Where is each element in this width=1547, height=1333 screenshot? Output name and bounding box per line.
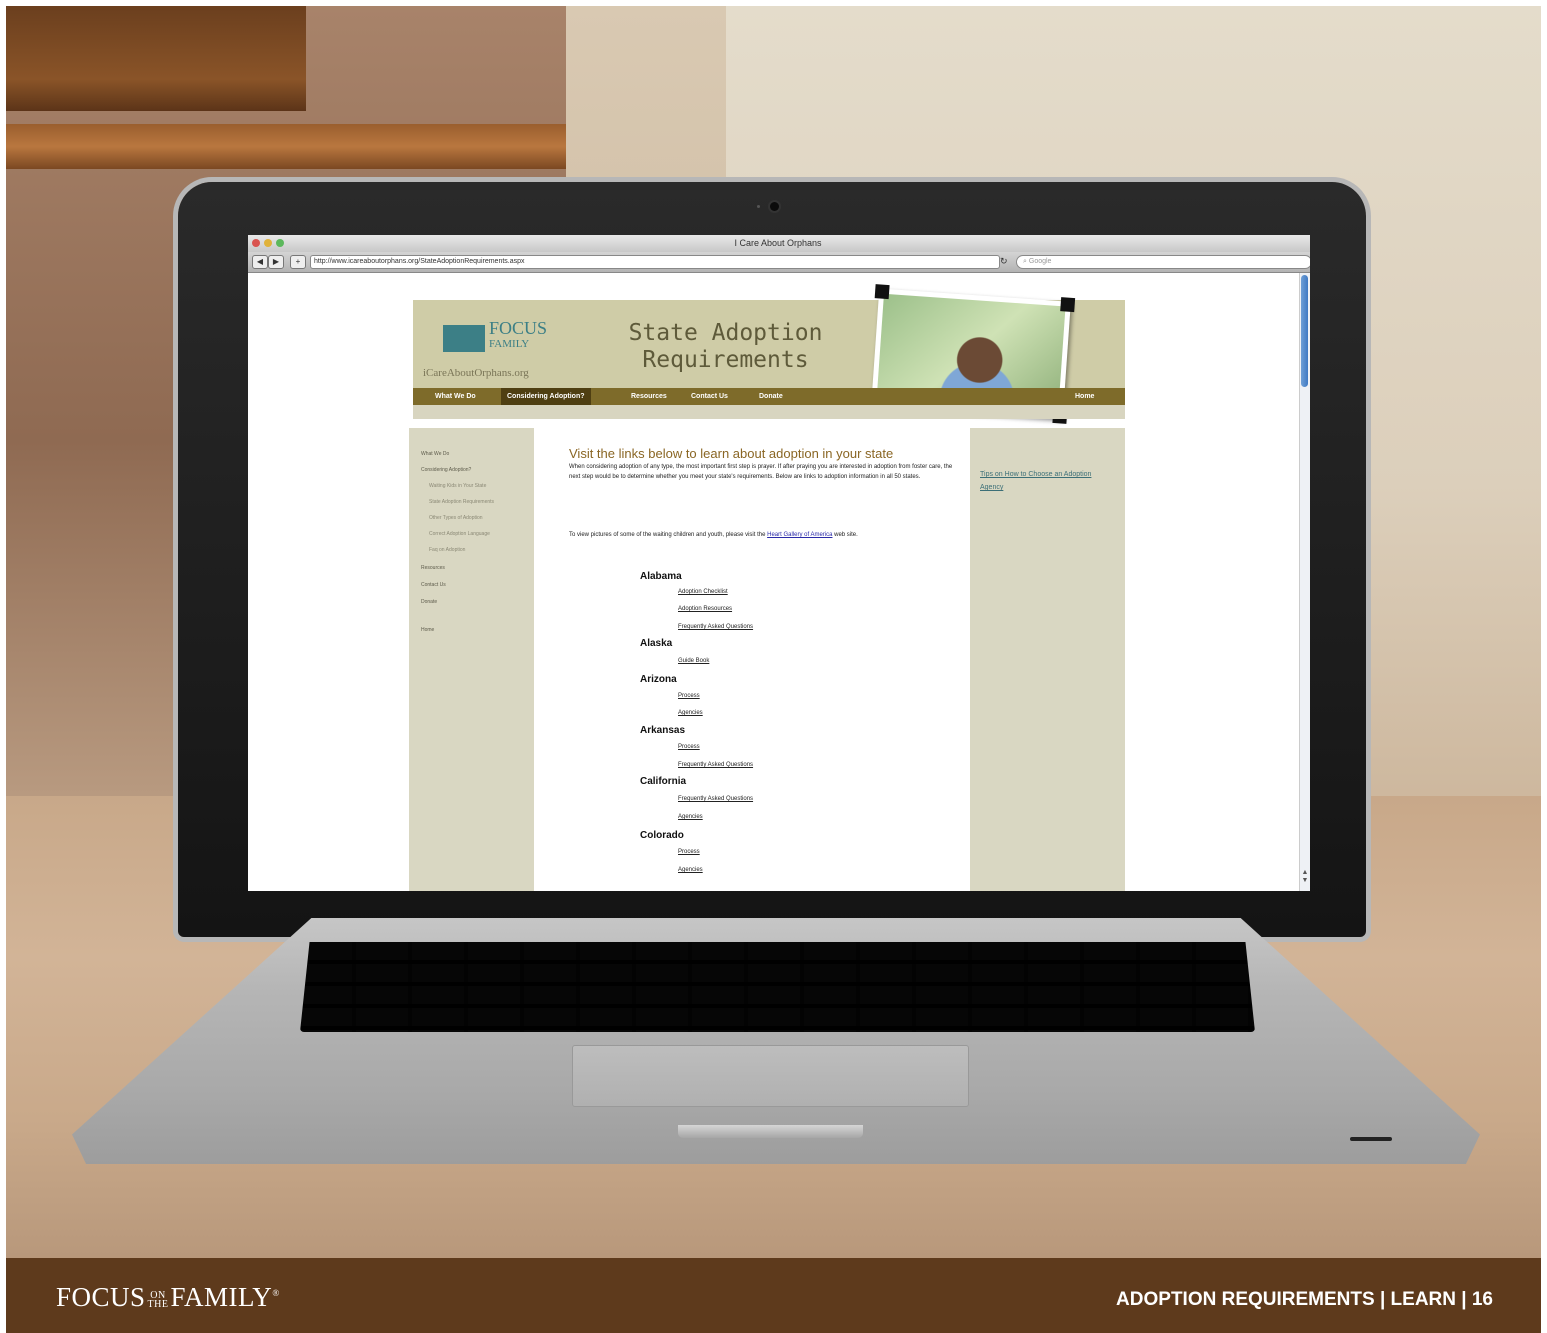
focus-on-the-family-logo: FOCUS ON THEFAMILY® bbox=[56, 1282, 280, 1312]
state-link[interactable]: Guide Book bbox=[678, 658, 709, 664]
state-heading: California bbox=[640, 776, 687, 787]
site-logo[interactable]: FOCUS FAMILY bbox=[489, 318, 548, 352]
back-arrow-icon[interactable]: ◀ bbox=[252, 255, 268, 269]
photo-corner bbox=[1060, 297, 1076, 313]
camera-icon bbox=[770, 202, 779, 211]
nav-resources[interactable]: Resources bbox=[625, 388, 673, 405]
sidebar-item-waiting-kids[interactable]: Waiting Kids in Your State bbox=[429, 483, 486, 489]
state-heading: Colorado bbox=[640, 830, 684, 841]
camera-led bbox=[757, 205, 760, 208]
footer-logo-focus: FOCUS bbox=[56, 1282, 146, 1312]
nav-home[interactable]: Home bbox=[1069, 388, 1100, 405]
sidebar-item-what-we-do[interactable]: What We Do bbox=[421, 451, 449, 457]
gallery-paragraph: To view pictures of some of the waiting … bbox=[569, 530, 959, 540]
sidebar-item-donate[interactable]: Donate bbox=[421, 599, 437, 605]
laptop-trackpad bbox=[572, 1045, 969, 1107]
state-link[interactable]: Agencies bbox=[678, 710, 703, 716]
nav-donate[interactable]: Donate bbox=[753, 388, 789, 405]
sidebar-item-home[interactable]: Home bbox=[421, 627, 434, 633]
scrollbar-thumb[interactable] bbox=[1301, 275, 1308, 387]
minimize-window-icon[interactable] bbox=[264, 239, 272, 247]
laptop-screen: I Care About Orphans ◀ ▶ + http://www.ic… bbox=[248, 235, 1310, 891]
logo-line-2: FAMILY bbox=[489, 338, 530, 350]
state-link[interactable]: Process bbox=[678, 744, 700, 750]
state-heading: Arizona bbox=[640, 674, 677, 685]
focus-logo-icon bbox=[443, 325, 485, 352]
wooden-shelf-edge bbox=[6, 124, 566, 169]
sleep-indicator bbox=[1350, 1137, 1392, 1141]
laptop-lid-notch bbox=[678, 1125, 863, 1138]
intro-paragraph: When considering adoption of any type, t… bbox=[569, 464, 953, 480]
sidebar-item-contact-us[interactable]: Contact Us bbox=[421, 582, 446, 588]
sidebar-item-faq[interactable]: Faq on Adoption bbox=[429, 547, 465, 553]
logo-line-1: FOCUS bbox=[489, 318, 548, 338]
left-sidebar: What We Do Considering Adoption? Waiting… bbox=[409, 428, 534, 891]
scroll-arrows-icon[interactable]: ▲ ▼ bbox=[1300, 869, 1310, 885]
headline-line-2: Requirements bbox=[642, 347, 809, 373]
torn-paper-edge bbox=[413, 405, 1125, 419]
footer-logo-family: FAMILY bbox=[170, 1282, 273, 1312]
state-link[interactable]: Process bbox=[678, 849, 700, 855]
main-content: Visit the links below to learn about ado… bbox=[543, 428, 963, 891]
gallery-text-prefix: To view pictures of some of the waiting … bbox=[569, 532, 768, 538]
state-heading: Arkansas bbox=[640, 725, 686, 736]
add-bookmark-icon[interactable]: + bbox=[290, 255, 306, 269]
state-link[interactable]: Frequently Asked Questions bbox=[678, 762, 753, 768]
address-bar[interactable]: http://www.icareaboutorphans.org/StateAd… bbox=[310, 255, 1000, 269]
state-link[interactable]: Adoption Resources bbox=[678, 606, 732, 612]
state-heading: Alaska bbox=[640, 638, 673, 649]
sidebar-item-considering-adoption[interactable]: Considering Adoption? bbox=[421, 467, 471, 473]
laptop-keyboard bbox=[300, 942, 1255, 1032]
right-sidebar: Tips on How to Choose an Adoption Agency bbox=[970, 428, 1125, 891]
site-nav-bar: What We Do Considering Adoption? Resourc… bbox=[413, 388, 1125, 405]
headline-line-1: State Adoption bbox=[628, 320, 823, 346]
browser-toolbar: ◀ ▶ + http://www.icareaboutorphans.org/S… bbox=[248, 252, 1310, 273]
state-link[interactable]: Process bbox=[678, 693, 700, 699]
wooden-shelf bbox=[6, 6, 306, 111]
state-link[interactable]: Agencies bbox=[678, 814, 703, 820]
page-headline: State Adoption Requirements bbox=[618, 320, 833, 374]
browser-titlebar: I Care About Orphans bbox=[248, 235, 1310, 253]
window-title: I Care About Orphans bbox=[734, 238, 822, 248]
zoom-window-icon[interactable] bbox=[276, 239, 284, 247]
state-heading: Alabama bbox=[640, 571, 682, 582]
vertical-scrollbar[interactable]: ▲ ▼ bbox=[1299, 273, 1310, 891]
sidebar-item-adoption-language[interactable]: Correct Adoption Language bbox=[429, 531, 490, 537]
web-page: FOCUS FAMILY iCareAboutOrphans.org State… bbox=[409, 284, 1125, 891]
nav-considering-adoption[interactable]: Considering Adoption? bbox=[501, 388, 591, 405]
reload-icon[interactable]: ↻ bbox=[1000, 255, 1012, 267]
nav-contact-us[interactable]: Contact Us bbox=[685, 388, 734, 405]
gallery-text-suffix: web site. bbox=[832, 532, 858, 538]
forward-arrow-icon[interactable]: ▶ bbox=[268, 255, 284, 269]
photo-corner bbox=[874, 284, 890, 300]
footer-page-label: ADOPTION REQUIREMENTS | LEARN | 16 bbox=[1116, 1289, 1493, 1310]
heart-gallery-link[interactable]: Heart Gallery of America bbox=[767, 532, 832, 538]
footer-logo-the: THE bbox=[147, 1298, 169, 1310]
search-field[interactable]: ⌕ Google bbox=[1016, 255, 1310, 269]
page-footer: FOCUS ON THEFAMILY® ADOPTION REQUIREMENTS … bbox=[6, 1258, 1541, 1333]
sidebar-item-resources[interactable]: Resources bbox=[421, 565, 445, 571]
state-link[interactable]: Frequently Asked Questions bbox=[678, 624, 753, 630]
state-link[interactable]: Adoption Checklist bbox=[678, 589, 728, 595]
main-title: Visit the links below to learn about ado… bbox=[569, 446, 894, 461]
search-placeholder: Google bbox=[1028, 258, 1052, 265]
site-url-label: iCareAboutOrphans.org bbox=[423, 367, 529, 379]
sidebar-item-state-requirements[interactable]: State Adoption Requirements bbox=[429, 499, 494, 505]
sidebar-item-other-types[interactable]: Other Types of Adoption bbox=[429, 515, 483, 521]
choose-agency-link[interactable]: Tips on How to Choose an Adoption Agency bbox=[980, 468, 1115, 494]
state-link[interactable]: Agencies bbox=[678, 867, 703, 873]
state-link[interactable]: Frequently Asked Questions bbox=[678, 796, 753, 802]
nav-what-we-do[interactable]: What We Do bbox=[429, 388, 482, 405]
footer-logo-on-the: ON THE bbox=[147, 1290, 169, 1310]
close-window-icon[interactable] bbox=[252, 239, 260, 247]
